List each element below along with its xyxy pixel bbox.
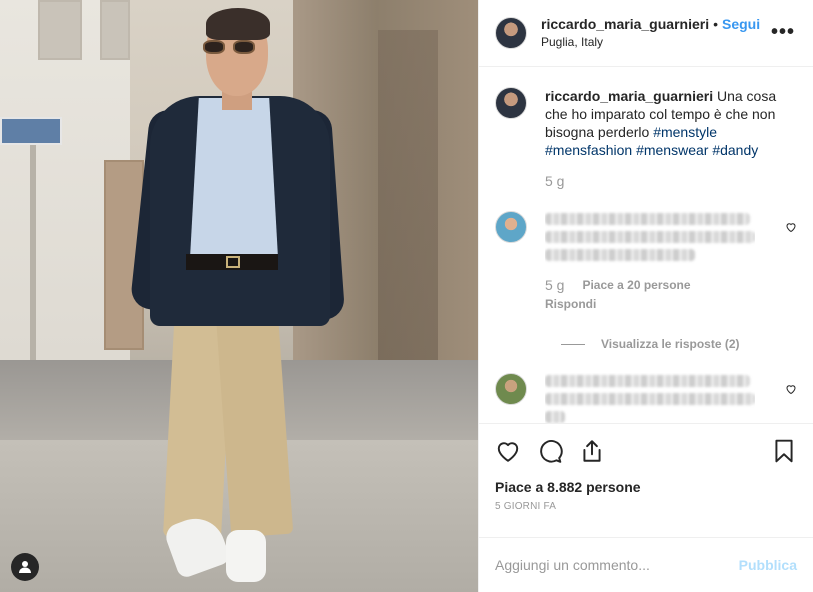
avatar[interactable] (495, 17, 527, 50)
hashtag-link[interactable]: #dandy (712, 142, 758, 158)
man-figure (0, 0, 478, 592)
post-details-panel: riccardo_maria_guarnieri • Segui Puglia,… (478, 0, 813, 592)
hashtag-link[interactable]: #menswear (636, 142, 708, 158)
obscured-comment-text (545, 373, 755, 424)
comment-input[interactable] (495, 556, 739, 573)
caption-text: riccardo_maria_guarnieri Una cosa che ho… (545, 87, 785, 159)
follow-button[interactable]: Segui (722, 15, 760, 33)
username-link[interactable]: riccardo_maria_guarnieri (541, 15, 709, 33)
comment-likes[interactable]: Piace a 20 persone (582, 278, 690, 292)
caption-timestamp[interactable]: 5 g (545, 173, 564, 189)
action-bar (479, 423, 813, 476)
more-options-icon[interactable]: ••• (771, 22, 795, 42)
location-link[interactable]: Puglia, Italy (541, 33, 760, 51)
heart-icon[interactable] (495, 438, 521, 464)
obscured-comment-text (545, 211, 755, 265)
person-icon (19, 561, 31, 573)
comment-like-icon[interactable] (785, 383, 797, 395)
avatar[interactable] (495, 373, 527, 406)
view-replies-label: Visualizza le risposte (2) (601, 337, 740, 352)
post-header: riccardo_maria_guarnieri • Segui Puglia,… (479, 0, 813, 68)
comments-list[interactable]: riccardo_maria_guarnieri Una cosa che ho… (479, 67, 813, 424)
comment-icon[interactable] (537, 438, 563, 464)
comment-item (495, 373, 797, 424)
hashtag-link[interactable]: #menstyle (653, 124, 717, 140)
comment-like-icon[interactable] (785, 221, 797, 233)
share-icon[interactable] (579, 438, 605, 464)
tagged-user-icon[interactable] (11, 553, 39, 581)
comment-item: 5 g Piace a 20 persone Rispondi (495, 211, 797, 311)
separator-dot: • (713, 16, 718, 33)
bookmark-icon[interactable] (771, 438, 797, 464)
publish-button[interactable]: Pubblica (739, 557, 797, 573)
hashtag-link[interactable]: #mensfashion (545, 142, 632, 158)
avatar[interactable] (495, 211, 527, 244)
add-comment-bar: Pubblica (479, 536, 813, 592)
likes-count[interactable]: Piace a 8.882 persone (479, 477, 813, 497)
caption: riccardo_maria_guarnieri Una cosa che ho… (495, 87, 797, 189)
post-photo[interactable] (0, 0, 478, 592)
view-replies-button[interactable]: Visualizza le risposte (2) (561, 337, 797, 351)
avatar[interactable] (495, 87, 527, 120)
post-timestamp[interactable]: 5 GIORNI FA (479, 501, 813, 515)
caption-username[interactable]: riccardo_maria_guarnieri (545, 88, 713, 104)
instagram-post: riccardo_maria_guarnieri • Segui Puglia,… (0, 0, 813, 592)
reply-button[interactable]: Rispondi (545, 297, 775, 311)
comment-timestamp[interactable]: 5 g (545, 277, 564, 293)
